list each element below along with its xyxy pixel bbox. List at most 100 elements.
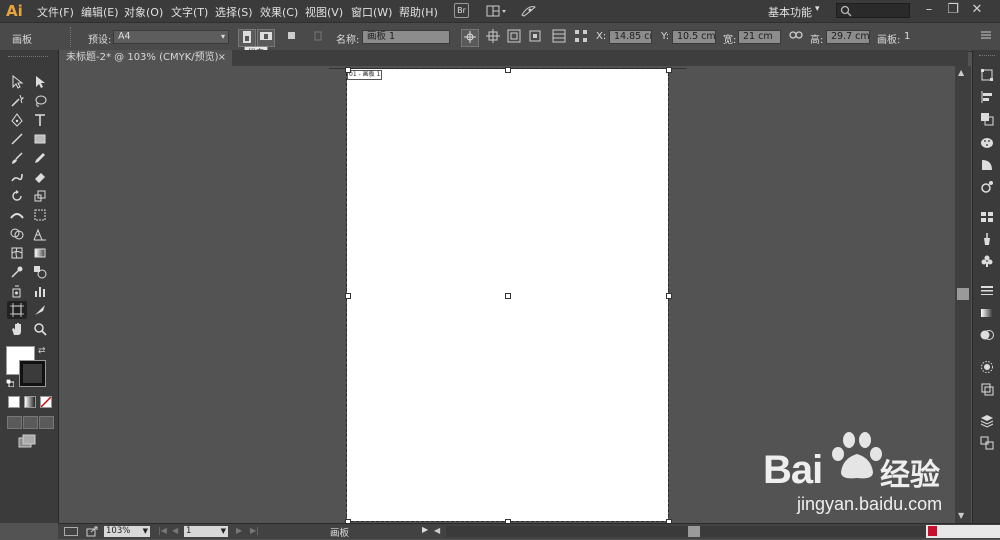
align-panel-button[interactable]: [978, 90, 996, 108]
horizontal-scroll-thumb[interactable]: [688, 526, 700, 537]
delete-artboard-button[interactable]: [310, 29, 326, 45]
vertical-scroll-thumb[interactable]: [957, 288, 969, 300]
change-screen-mode-button[interactable]: [18, 434, 36, 448]
preset-select[interactable]: A4 ▾: [113, 30, 229, 44]
rectangle-tool[interactable]: [30, 130, 50, 148]
artboard-name-input[interactable]: 画板 1: [362, 30, 450, 44]
perspective-grid-tool[interactable]: [30, 225, 50, 243]
blob-brush-tool[interactable]: [7, 168, 27, 186]
swatches-panel-button[interactable]: [978, 210, 996, 228]
default-fill-stroke-icon[interactable]: [5, 377, 15, 388]
brushes-panel-button[interactable]: [978, 232, 996, 250]
symbol-sprayer-tool[interactable]: [7, 282, 27, 300]
transparency-panel-button[interactable]: [978, 328, 996, 346]
show-cross-hairs-button[interactable]: [485, 29, 501, 45]
menu-edit[interactable]: 编辑(E): [81, 4, 119, 20]
menu-window[interactable]: 窗口(W): [351, 4, 392, 20]
artboard-tool[interactable]: [7, 301, 27, 319]
last-artboard-icon[interactable]: ▶|: [250, 526, 259, 535]
panel-dock-grip[interactable]: [979, 55, 995, 58]
eyedropper-tool[interactable]: [7, 263, 27, 281]
free-transform-tool[interactable]: [30, 206, 50, 224]
paintbrush-tool[interactable]: [7, 149, 27, 167]
menu-help[interactable]: 帮助(H): [399, 4, 438, 20]
column-graph-tool[interactable]: [30, 282, 50, 300]
gpu-performance-button[interactable]: [519, 4, 537, 18]
draw-inside-button[interactable]: [39, 416, 54, 429]
slice-tool[interactable]: [30, 301, 50, 319]
workspace-switcher[interactable]: 基本功能: [768, 4, 812, 20]
artboard-center-mark[interactable]: [505, 293, 511, 299]
width-input[interactable]: 21 cm: [738, 30, 781, 44]
transform-panel-button[interactable]: [978, 68, 996, 86]
menu-effect[interactable]: 效果(C): [260, 4, 298, 20]
grid-layout-button[interactable]: [573, 29, 589, 45]
zoom-tool[interactable]: [30, 320, 50, 338]
artboard-options-button[interactable]: [527, 29, 543, 45]
symbols-panel-button[interactable]: [978, 254, 996, 272]
gradient-mode-button[interactable]: [24, 396, 36, 408]
layers-panel-button[interactable]: [978, 414, 996, 432]
draw-behind-button[interactable]: [23, 416, 38, 429]
arrange-documents-button[interactable]: [486, 4, 508, 18]
close-tab-icon[interactable]: ×: [218, 50, 226, 66]
zoom-level-select[interactable]: 103% ▼: [104, 526, 150, 537]
artboard-handle-top-left[interactable]: [345, 67, 351, 73]
swap-fill-stroke-icon[interactable]: ⇄: [38, 346, 48, 356]
panel-menu-button[interactable]: [978, 29, 994, 45]
gradient-panel-button[interactable]: [978, 306, 996, 324]
workspace-dropdown-icon[interactable]: ▾: [815, 4, 820, 14]
y-position-input[interactable]: 10.5 cm: [672, 30, 716, 44]
stroke-panel-button[interactable]: [978, 284, 996, 302]
close-window-button[interactable]: ✕: [968, 2, 986, 18]
selection-tool[interactable]: [7, 73, 27, 91]
color-panel-button[interactable]: [978, 136, 996, 154]
constrain-proportions-button[interactable]: [788, 29, 804, 45]
line-segment-tool[interactable]: [7, 130, 27, 148]
show-center-mark-button[interactable]: [461, 29, 479, 47]
color-guide-panel-button[interactable]: [978, 158, 996, 176]
width-tool[interactable]: [7, 206, 27, 224]
menu-view[interactable]: 视图(V): [305, 4, 343, 20]
artboard-navigator-select[interactable]: 1 ▼: [184, 526, 228, 537]
height-input[interactable]: 29.7 cm: [826, 30, 870, 44]
export-icon[interactable]: [86, 526, 98, 537]
pathfinder-panel-button[interactable]: [978, 112, 996, 130]
document-tab[interactable]: 未标题-2* @ 103% (CMYK/预览) ×: [58, 50, 232, 66]
x-position-input[interactable]: 14.85 cm: [609, 30, 652, 44]
pen-tool[interactable]: [7, 111, 27, 129]
draw-normal-button[interactable]: [7, 416, 22, 429]
lasso-tool[interactable]: [30, 92, 50, 110]
next-artboard-icon[interactable]: ▶: [236, 526, 242, 535]
scroll-up-icon[interactable]: ▲: [958, 68, 964, 77]
hand-tool[interactable]: [7, 320, 27, 338]
gpu-status-icon[interactable]: [64, 527, 78, 536]
artboard-handle-left[interactable]: [345, 293, 351, 299]
type-tool[interactable]: [30, 111, 50, 129]
menu-select[interactable]: 选择(S): [215, 4, 253, 20]
graphic-styles-panel-button[interactable]: [978, 360, 996, 378]
rotate-tool[interactable]: [7, 187, 27, 205]
pencil-tool[interactable]: [30, 149, 50, 167]
links-panel-button[interactable]: [978, 436, 996, 454]
ime-toolbar[interactable]: [926, 525, 1000, 538]
blend-tool[interactable]: [30, 263, 50, 281]
reference-point-button[interactable]: [551, 29, 567, 45]
toolbox-grip[interactable]: [8, 56, 48, 59]
minimize-button[interactable]: –: [920, 2, 938, 18]
artboard-handle-right[interactable]: [666, 293, 672, 299]
artboard-handle-top[interactable]: [505, 67, 511, 73]
gradient-tool[interactable]: [30, 244, 50, 262]
artboard-handle-top-right[interactable]: [666, 67, 672, 73]
direct-selection-tool[interactable]: [30, 73, 50, 91]
mesh-tool[interactable]: [7, 244, 27, 262]
eraser-tool[interactable]: [30, 168, 50, 186]
portrait-orientation-button[interactable]: [238, 29, 256, 47]
first-artboard-icon[interactable]: |◀: [158, 526, 167, 535]
bridge-button[interactable]: Br: [454, 3, 469, 18]
scroll-left-icon[interactable]: ◀: [434, 526, 440, 535]
menu-object[interactable]: 对象(O): [124, 4, 163, 20]
move-copy-artwork-button[interactable]: [284, 29, 300, 45]
landscape-orientation-button[interactable]: [257, 29, 275, 47]
previous-artboard-icon[interactable]: ◀: [172, 526, 178, 535]
